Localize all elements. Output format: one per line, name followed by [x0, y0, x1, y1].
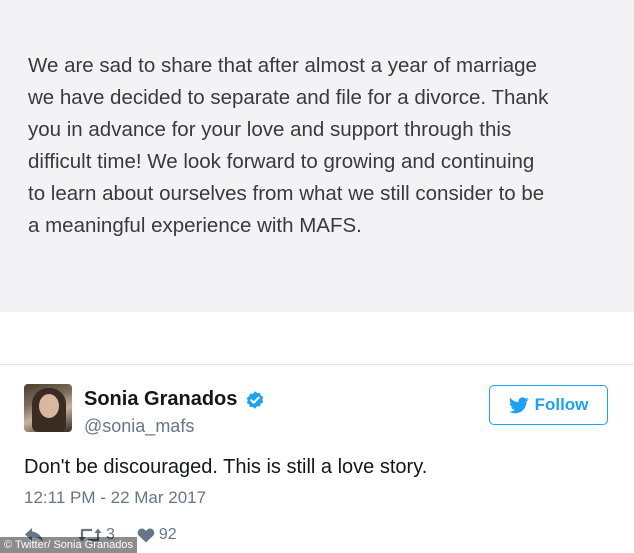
statement-text: We are sad to share that after almost a … — [28, 54, 549, 237]
heart-icon — [137, 528, 155, 543]
avatar-face — [39, 394, 59, 418]
user-handle[interactable]: @sonia_mafs — [84, 416, 194, 437]
twitter-bird-icon — [508, 396, 529, 413]
display-name[interactable]: Sonia Granados — [84, 388, 237, 411]
page: We are sad to share that after almost a … — [0, 0, 634, 553]
avatar[interactable] — [24, 384, 72, 432]
tweet-timestamp[interactable]: 12:11 PM - 22 Mar 2017 — [24, 488, 206, 508]
like-button[interactable]: 92 — [137, 526, 177, 544]
verified-badge-icon — [246, 391, 264, 409]
tweet-text: Don't be discouraged. This is still a lo… — [24, 456, 428, 478]
divider-line — [0, 364, 634, 365]
divider-band — [0, 312, 634, 364]
like-count: 92 — [158, 526, 177, 543]
follow-button[interactable]: Follow — [489, 385, 608, 425]
statement-image: We are sad to share that after almost a … — [0, 0, 634, 312]
image-credit: © Twitter/ Sonia Granados — [0, 537, 137, 553]
follow-label: Follow — [534, 395, 589, 414]
